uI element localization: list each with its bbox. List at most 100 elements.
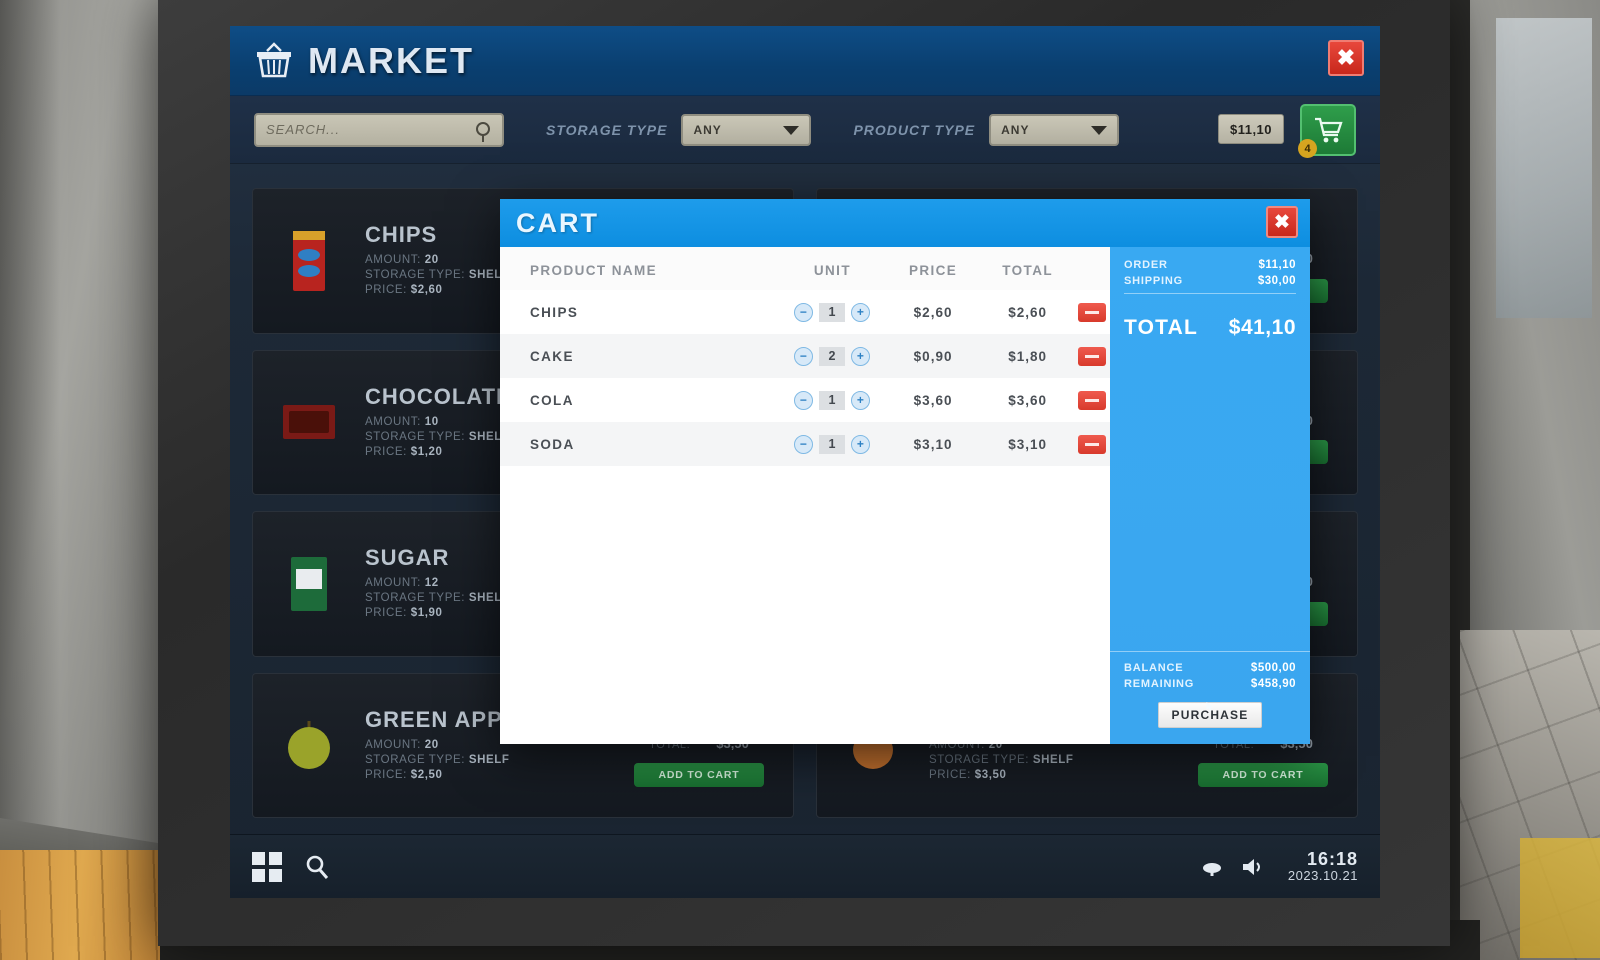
summary-balance: BALANCE $500,00 — [1124, 662, 1296, 674]
item-price: $3,10 — [884, 422, 982, 466]
cart-body: PRODUCT NAME UNIT PRICE TOTAL CHIPS − 1 … — [500, 247, 1310, 744]
item-name: SODA — [500, 422, 781, 466]
cart-item-count-badge: 4 — [1298, 139, 1317, 158]
remove-item-icon[interactable] — [1077, 391, 1106, 410]
market-filter-bar: SEARCH... STORAGE TYPE ANY PRODUCT TYPE … — [230, 96, 1380, 164]
summary-order: ORDER $11,10 — [1124, 259, 1296, 271]
product-price: PRICE: $2,50 — [365, 768, 443, 781]
cart-titlebar: CART ✖ — [500, 199, 1310, 247]
shipping-label: SHIPPING — [1124, 275, 1183, 287]
increment-button[interactable]: + — [851, 434, 871, 454]
item-unit: − 1 + — [781, 378, 885, 422]
item-remove-cell — [1073, 290, 1110, 334]
storage-type-filter: STORAGE TYPE ANY — [546, 113, 812, 146]
cart-summary-bottom: BALANCE $500,00 REMAINING $458,90 PURCHA… — [1110, 651, 1310, 744]
increment-button[interactable]: + — [851, 390, 871, 410]
item-name: COLA — [530, 392, 574, 408]
monitor-screen: MARKET ✖ SEARCH... STORAGE TYPE ANY PROD… — [230, 26, 1380, 898]
item-remove-cell — [1073, 422, 1110, 466]
table-row[interactable]: SODA − 1 + $3,10 $3,10 — [500, 422, 1110, 466]
volume-icon[interactable] — [1240, 856, 1264, 878]
increment-button[interactable]: + — [851, 346, 871, 366]
total-value: $41,10 — [1228, 316, 1296, 339]
clock-date: 2023.10.21 — [1287, 868, 1358, 884]
item-price: $0,90 — [884, 334, 982, 378]
market-titlebar: MARKET ✖ — [230, 26, 1380, 96]
item-name: CAKE — [500, 334, 781, 378]
column-remove — [1073, 247, 1110, 290]
clock-time: 16:18 — [1306, 848, 1358, 869]
storage-type-dropdown[interactable]: ANY — [681, 113, 812, 146]
column-price: PRICE — [884, 247, 982, 290]
monitor-bezel: MARKET ✖ SEARCH... STORAGE TYPE ANY PROD… — [158, 0, 1450, 946]
search-icon — [476, 121, 490, 142]
quantity-stepper[interactable]: − 1 + — [794, 434, 871, 454]
column-product-name: PRODUCT NAME — [500, 247, 781, 290]
quantity-stepper[interactable]: − 1 + — [794, 302, 871, 322]
table-row[interactable]: COLA − 1 + $3,60 $3,60 — [500, 378, 1110, 422]
order-label: ORDER — [1124, 259, 1168, 271]
increment-button[interactable]: + — [851, 302, 871, 322]
table-row[interactable]: CHIPS − 1 + $2,60 $2,60 — [500, 290, 1110, 334]
order-value: $11,10 — [1258, 259, 1296, 271]
decrement-button[interactable]: − — [794, 302, 814, 322]
quantity-value: 2 — [819, 346, 846, 366]
decrement-button[interactable]: − — [794, 390, 814, 410]
chevron-down-icon — [1091, 125, 1108, 135]
product-storage-type: STORAGE TYPE: SHELF — [365, 753, 510, 766]
wifi-icon[interactable] — [1200, 856, 1224, 878]
decrement-button[interactable]: − — [794, 434, 814, 454]
quantity-value: 1 — [819, 302, 846, 322]
cart-table: PRODUCT NAME UNIT PRICE TOTAL CHIPS − 1 … — [500, 247, 1110, 466]
taskbar: 16:18 2023.10.21 — [230, 834, 1380, 898]
remove-item-icon[interactable] — [1077, 435, 1106, 454]
product-storage-type: STORAGE TYPE: SHELF — [929, 753, 1074, 766]
market-window: MARKET ✖ SEARCH... STORAGE TYPE ANY PROD… — [230, 26, 1380, 898]
item-unit: − 1 + — [781, 290, 885, 334]
add-to-cart-button[interactable]: ADD TO CART — [1198, 763, 1328, 788]
summary-spacer — [1110, 340, 1310, 651]
balance-label: BALANCE — [1124, 662, 1184, 674]
storage-type-label: STORAGE TYPE — [546, 121, 668, 138]
cart-close-button[interactable]: ✖ — [1266, 206, 1298, 238]
shopping-cart-icon — [1315, 117, 1343, 143]
balance-value: $500,00 — [1250, 662, 1296, 674]
left-floor-planks — [0, 850, 175, 960]
add-to-cart-button[interactable]: ADD TO CART — [634, 763, 764, 788]
taskbar-clock[interactable]: 16:18 2023.10.21 — [1288, 849, 1358, 885]
search-input[interactable]: SEARCH... — [254, 112, 504, 147]
cart-items-panel: PRODUCT NAME UNIT PRICE TOTAL CHIPS − 1 … — [500, 247, 1110, 744]
item-unit: − 1 + — [780, 422, 885, 466]
cart-total-chip: $11,10 — [1218, 114, 1284, 144]
search-placeholder: SEARCH... — [266, 122, 341, 137]
decrement-button[interactable]: − — [794, 346, 814, 366]
shopping-basket-icon — [257, 41, 291, 77]
sugar-box-thumb — [267, 542, 351, 626]
cart-table-header-row: PRODUCT NAME UNIT PRICE TOTAL — [500, 247, 1110, 290]
windows-start-icon[interactable] — [252, 851, 282, 882]
market-close-button[interactable]: ✖ — [1328, 40, 1364, 76]
remove-item-icon[interactable] — [1077, 347, 1106, 366]
chocolate-bar-thumb — [267, 380, 351, 464]
open-cart-button[interactable]: 4 — [1298, 104, 1356, 158]
item-unit: − 2 + — [780, 334, 885, 378]
left-wall-shadow — [0, 0, 60, 880]
quantity-value: 1 — [819, 390, 846, 410]
quantity-value: 1 — [819, 434, 846, 454]
item-name: CHIPS — [530, 304, 579, 320]
table-row[interactable]: CAKE − 2 + $0,90 $1,80 — [500, 334, 1110, 378]
remaining-label: REMAINING — [1124, 678, 1195, 690]
item-price: $3,60 — [913, 392, 953, 408]
column-total: TOTAL — [981, 247, 1074, 290]
item-remove-cell — [1073, 334, 1110, 378]
product-type-label: PRODUCT TYPE — [853, 121, 976, 138]
taskbar-search-icon[interactable] — [304, 854, 330, 880]
quantity-stepper[interactable]: − 1 + — [794, 390, 871, 410]
quantity-stepper[interactable]: − 2 + — [794, 346, 871, 366]
item-total: $3,10 — [981, 422, 1074, 466]
remove-item-icon[interactable] — [1077, 303, 1106, 322]
chevron-down-icon — [783, 125, 800, 135]
product-type-dropdown[interactable]: ANY — [989, 113, 1120, 146]
remaining-value: $458,90 — [1250, 678, 1296, 690]
product-type-value: ANY — [1001, 122, 1030, 137]
